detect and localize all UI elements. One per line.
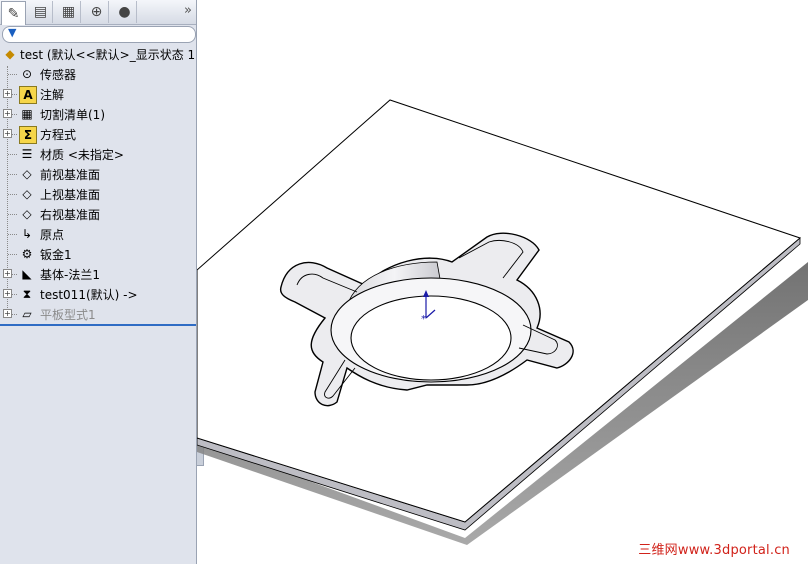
more-tabs-icon[interactable]: »: [184, 3, 192, 18]
tree-item-label: 注解: [40, 88, 65, 102]
tree-branch-line: [8, 254, 17, 255]
tree-item-label: test011(默认) ->: [40, 288, 138, 302]
sheet-metal-icon: ⚙: [21, 247, 33, 261]
tree-item[interactable]: ◇ 前视基准面: [0, 164, 196, 184]
display-manager-icon[interactable]: ●: [113, 1, 137, 23]
tree-item[interactable]: ⊙ 传感器: [0, 64, 196, 84]
tree-item[interactable]: + ▱ 平板型式1: [0, 304, 196, 324]
tree-item[interactable]: ◇ 上视基准面: [0, 184, 196, 204]
rollback-bar[interactable]: [0, 324, 196, 326]
tree-item-label: 前视基准面: [40, 168, 101, 182]
tree-item[interactable]: + A 注解: [0, 84, 196, 104]
feature-manager-panel: ✎ ▤ ▦ ⊕ ● » ▼ ◆ test (默认<<默认>_显示状态 1 ⊙ 传感器 + A 注…: [0, 0, 197, 564]
tree-branch-line: [8, 174, 17, 175]
tree-branch-line: [8, 234, 17, 235]
sensor-icon: ⊙: [21, 67, 33, 81]
tree-item-label: 传感器: [40, 68, 77, 82]
tree-branch-line: [8, 214, 17, 215]
tree-item[interactable]: + ⧗ test011(默认) ->: [0, 284, 196, 304]
cut-list-icon: ▦: [21, 107, 33, 121]
tree-item-label: 平板型式1: [40, 308, 96, 322]
filter-icon: ▼: [8, 26, 17, 39]
tree-item[interactable]: ◇ 右视基准面: [0, 204, 196, 224]
tree-item-label: 材质 <未指定>: [40, 148, 124, 162]
watermark-text: 三维网www.3dportal.cn: [638, 543, 790, 558]
tree-item[interactable]: ↳ 原点: [0, 224, 196, 244]
tree-root-part[interactable]: ◆ test (默认<<默认>_显示状态 1: [0, 44, 196, 64]
tree-item-label: 钣金1: [40, 248, 72, 262]
tree-item-label: 原点: [40, 228, 65, 242]
tree-item-label: 方程式: [40, 128, 77, 142]
tree-branch-line: [8, 74, 17, 75]
tree-root-label: test (默认<<默认>_显示状态 1: [20, 48, 196, 62]
origin-marker: *: [421, 314, 426, 325]
expand-icon[interactable]: +: [3, 289, 12, 298]
flat-pattern-icon: ▱: [22, 307, 32, 321]
tree-branch-line: [8, 154, 17, 155]
expand-icon[interactable]: +: [3, 109, 12, 118]
expand-icon[interactable]: +: [3, 129, 12, 138]
tree-item[interactable]: + ◣ 基体-法兰1: [0, 264, 196, 284]
expand-icon[interactable]: +: [3, 89, 12, 98]
plane-icon: ◇: [22, 207, 32, 221]
origin-icon: ↳: [21, 227, 33, 241]
part-icon: ◆: [5, 47, 15, 61]
equation-icon: Σ: [19, 126, 37, 144]
tree-item-label: 基体-法兰1: [40, 268, 100, 282]
material-icon: ☰: [21, 147, 33, 161]
manager-tabs: ✎ ▤ ▦ ⊕ ●: [0, 0, 196, 25]
tree-branch-line: [8, 194, 17, 195]
tree-item[interactable]: ☰ 材质 <未指定>: [0, 144, 196, 164]
base-flange-icon: ◣: [22, 267, 32, 281]
tree-item-label: 切割清单(1): [40, 108, 105, 122]
feature-manager-icon[interactable]: ✎: [1, 1, 26, 25]
expand-icon[interactable]: +: [3, 269, 12, 278]
derived-part-icon: ⧗: [22, 286, 32, 301]
expand-icon[interactable]: +: [3, 309, 12, 318]
inner-hole: [350, 295, 512, 381]
tree-item-label: 右视基准面: [40, 208, 101, 222]
tree-item[interactable]: + Σ 方程式: [0, 124, 196, 144]
tree-item-label: 上视基准面: [40, 188, 101, 202]
graphics-viewport[interactable]: *: [197, 0, 808, 564]
dimxpert-icon[interactable]: ⊕: [85, 1, 109, 23]
configuration-manager-icon[interactable]: ▦: [57, 1, 81, 23]
annotation-icon: A: [19, 86, 37, 104]
tree-filter-input[interactable]: ▼: [2, 26, 196, 43]
plane-icon: ◇: [22, 167, 32, 181]
tree-item[interactable]: + ▦ 切割清单(1): [0, 104, 196, 124]
plane-icon: ◇: [22, 187, 32, 201]
property-manager-icon[interactable]: ▤: [29, 1, 53, 23]
tree-item[interactable]: ⚙ 钣金1: [0, 244, 196, 264]
